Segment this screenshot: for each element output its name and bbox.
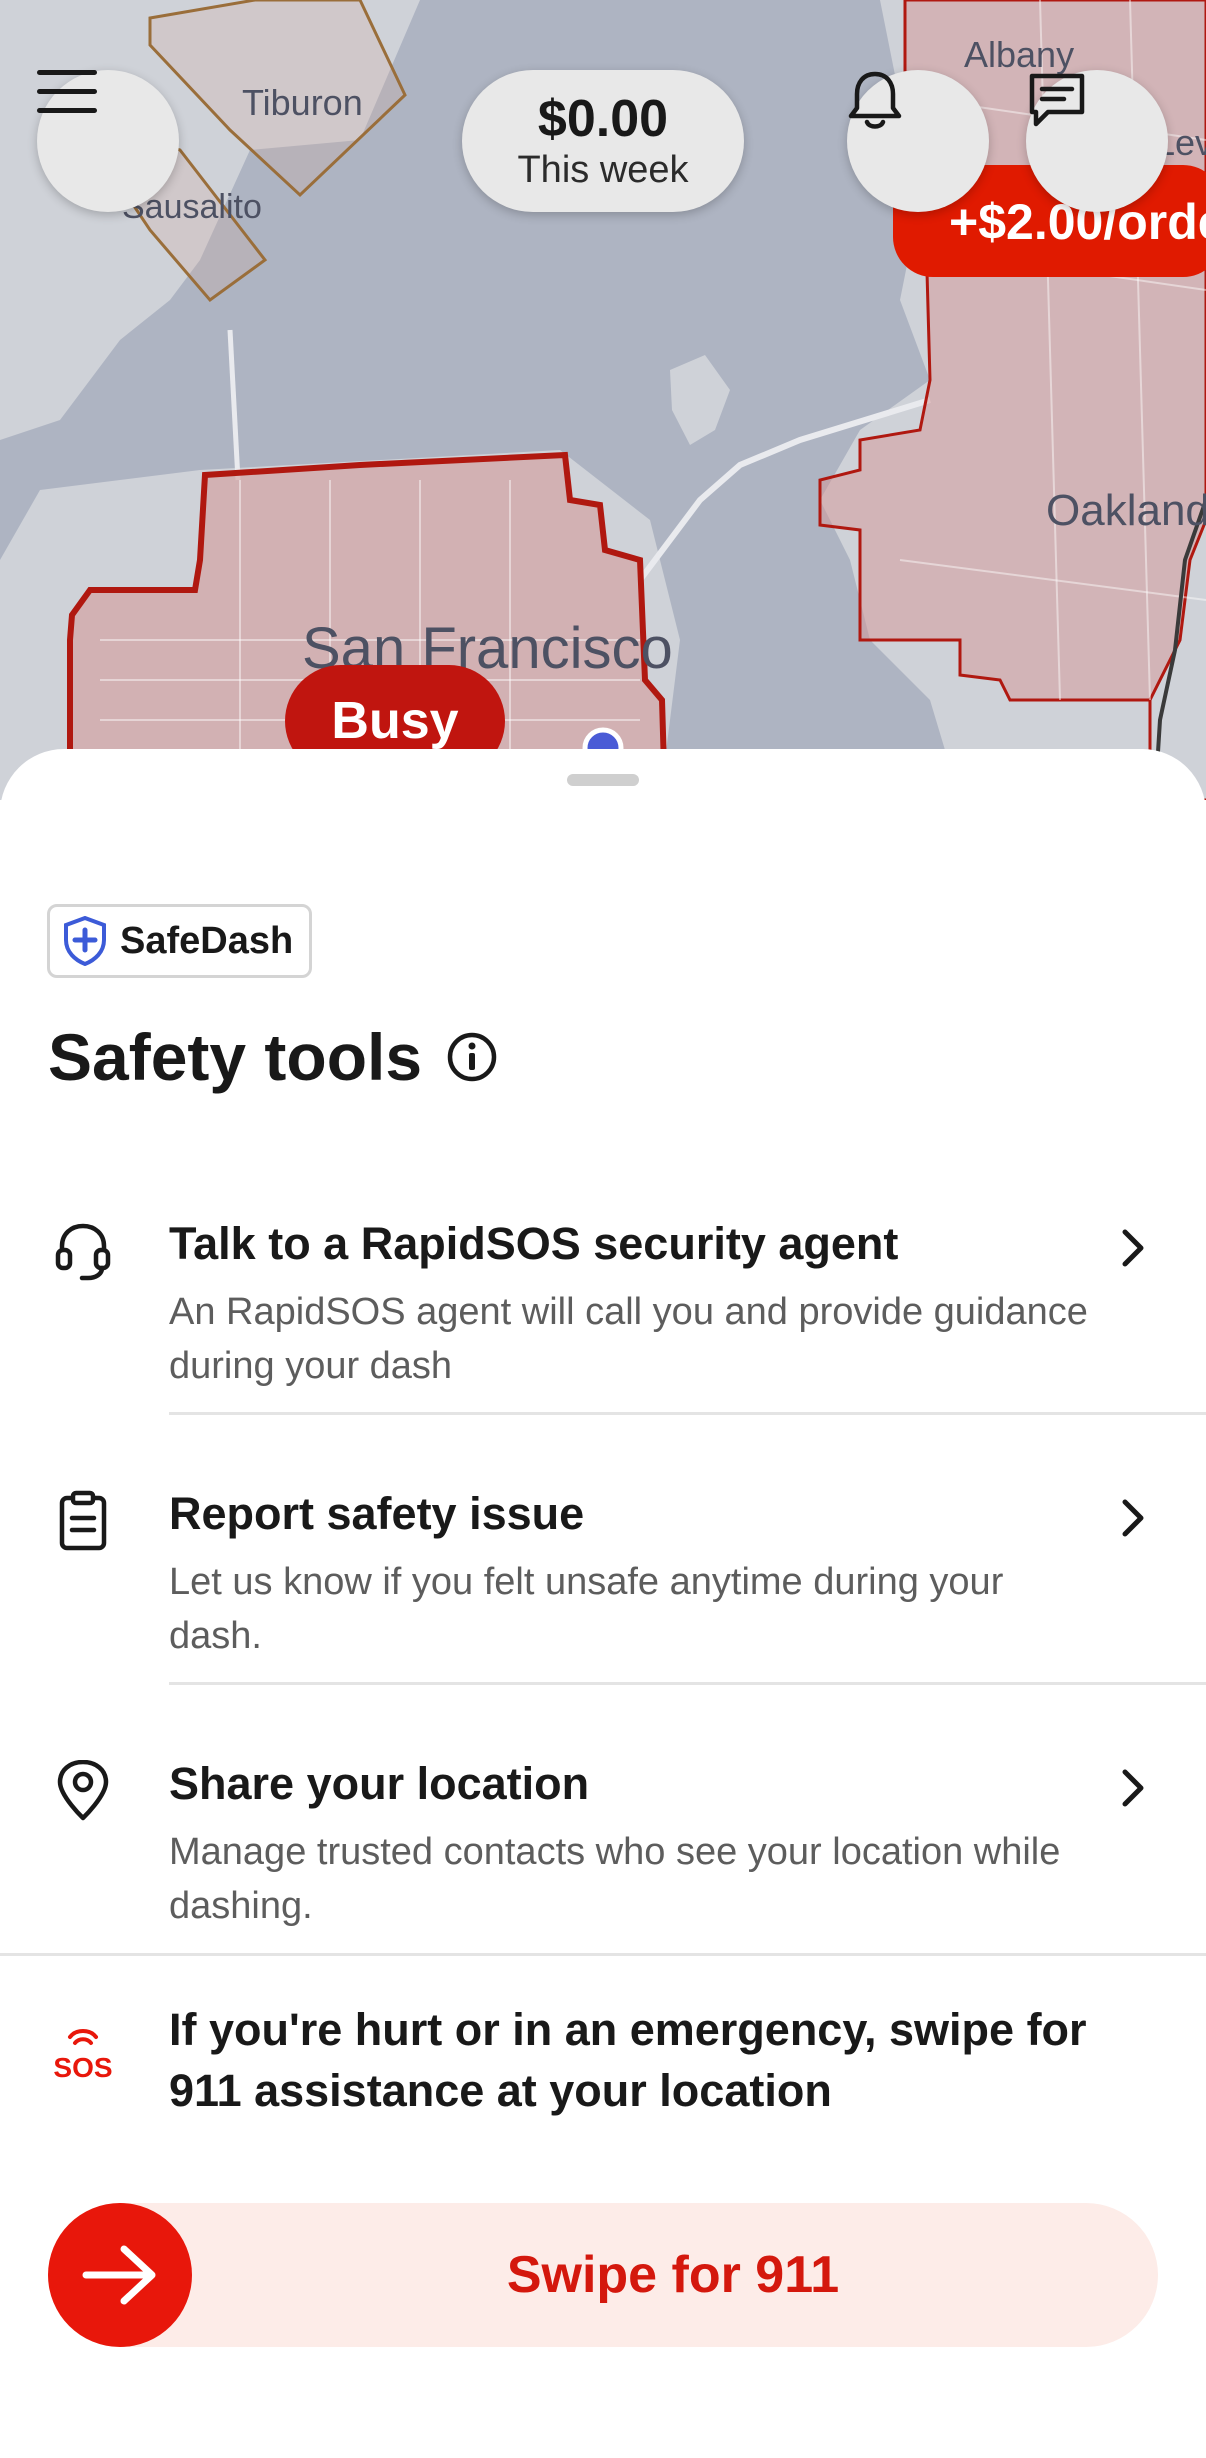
item-title: Report safety issue (169, 1488, 585, 1539)
busy-label: Busy (331, 692, 459, 750)
page-title: Safety tools (48, 1020, 423, 1094)
item-description: An RapidSOS agent will call you and prov… (169, 1291, 1088, 1387)
chat-icon (1029, 73, 1085, 127)
emergency-text: If you're hurt or in an emergency, swipe… (169, 2004, 1087, 2116)
item-title: Talk to a RapidSOS security agent (169, 1218, 899, 1269)
screen: Tiburon Sausalito Albany Lev Oakland San… (0, 0, 1206, 2458)
sheet-title-row: Safety tools (48, 1019, 498, 1095)
item-title: Share your location (169, 1758, 590, 1809)
shield-icon (64, 916, 106, 966)
notifications-button[interactable] (847, 70, 989, 212)
clipboard-icon (59, 1490, 107, 1551)
arrow-right-icon (82, 2245, 156, 2305)
earnings-amount: $0.00 (537, 90, 669, 148)
sheet-drag-handle[interactable] (567, 774, 639, 786)
list-item-share-location[interactable]: Share your location Manage trusted conta… (0, 1730, 1206, 2000)
messages-button[interactable] (1026, 70, 1168, 212)
divider (169, 1412, 1206, 1415)
svg-text:SOS: SOS (53, 2052, 112, 2081)
map[interactable]: Tiburon Sausalito Albany Lev Oakland San… (0, 0, 1206, 800)
headset-icon (55, 1223, 111, 1281)
swipe-for-911-slider[interactable]: Swipe for 911 (48, 2203, 1158, 2347)
map-label-tiburon: Tiburon (242, 82, 363, 123)
safedash-badge: SafeDash (47, 904, 313, 978)
bell-icon (848, 71, 902, 129)
divider (169, 1682, 1206, 1685)
sos-icon: SOS (53, 2029, 113, 2081)
list-item-report-safety-issue[interactable]: Report safety issue Let us know if you f… (0, 1460, 1206, 1730)
item-description: Let us know if you felt unsafe anytime d… (169, 1561, 1004, 1657)
swipe-label: Swipe for 911 (506, 2246, 840, 2304)
chevron-right-icon (1122, 1499, 1144, 1537)
menu-icon (37, 70, 97, 113)
earnings-period: This week (517, 149, 689, 191)
location-pin-icon (57, 1760, 109, 1821)
safedash-label: SafeDash (120, 919, 294, 962)
menu-button[interactable] (37, 70, 179, 212)
chevron-right-icon (1122, 1769, 1144, 1807)
map-label-oakland: Oakland (1046, 486, 1206, 535)
info-icon[interactable] (446, 1031, 498, 1083)
swipe-handle[interactable] (48, 2203, 192, 2347)
safety-tools-sheet: SafeDash Safety tools Talk to a RapidSOS… (0, 749, 1206, 2458)
item-description: Manage trusted contacts who see your loc… (169, 1831, 1061, 1927)
divider (0, 1953, 1206, 1956)
weekly-earnings-pill[interactable]: $0.00 This week (462, 70, 744, 212)
list-item-talk-to-agent[interactable]: Talk to a RapidSOS security agent An Rap… (0, 1190, 1206, 1460)
chevron-right-icon (1122, 1229, 1144, 1267)
